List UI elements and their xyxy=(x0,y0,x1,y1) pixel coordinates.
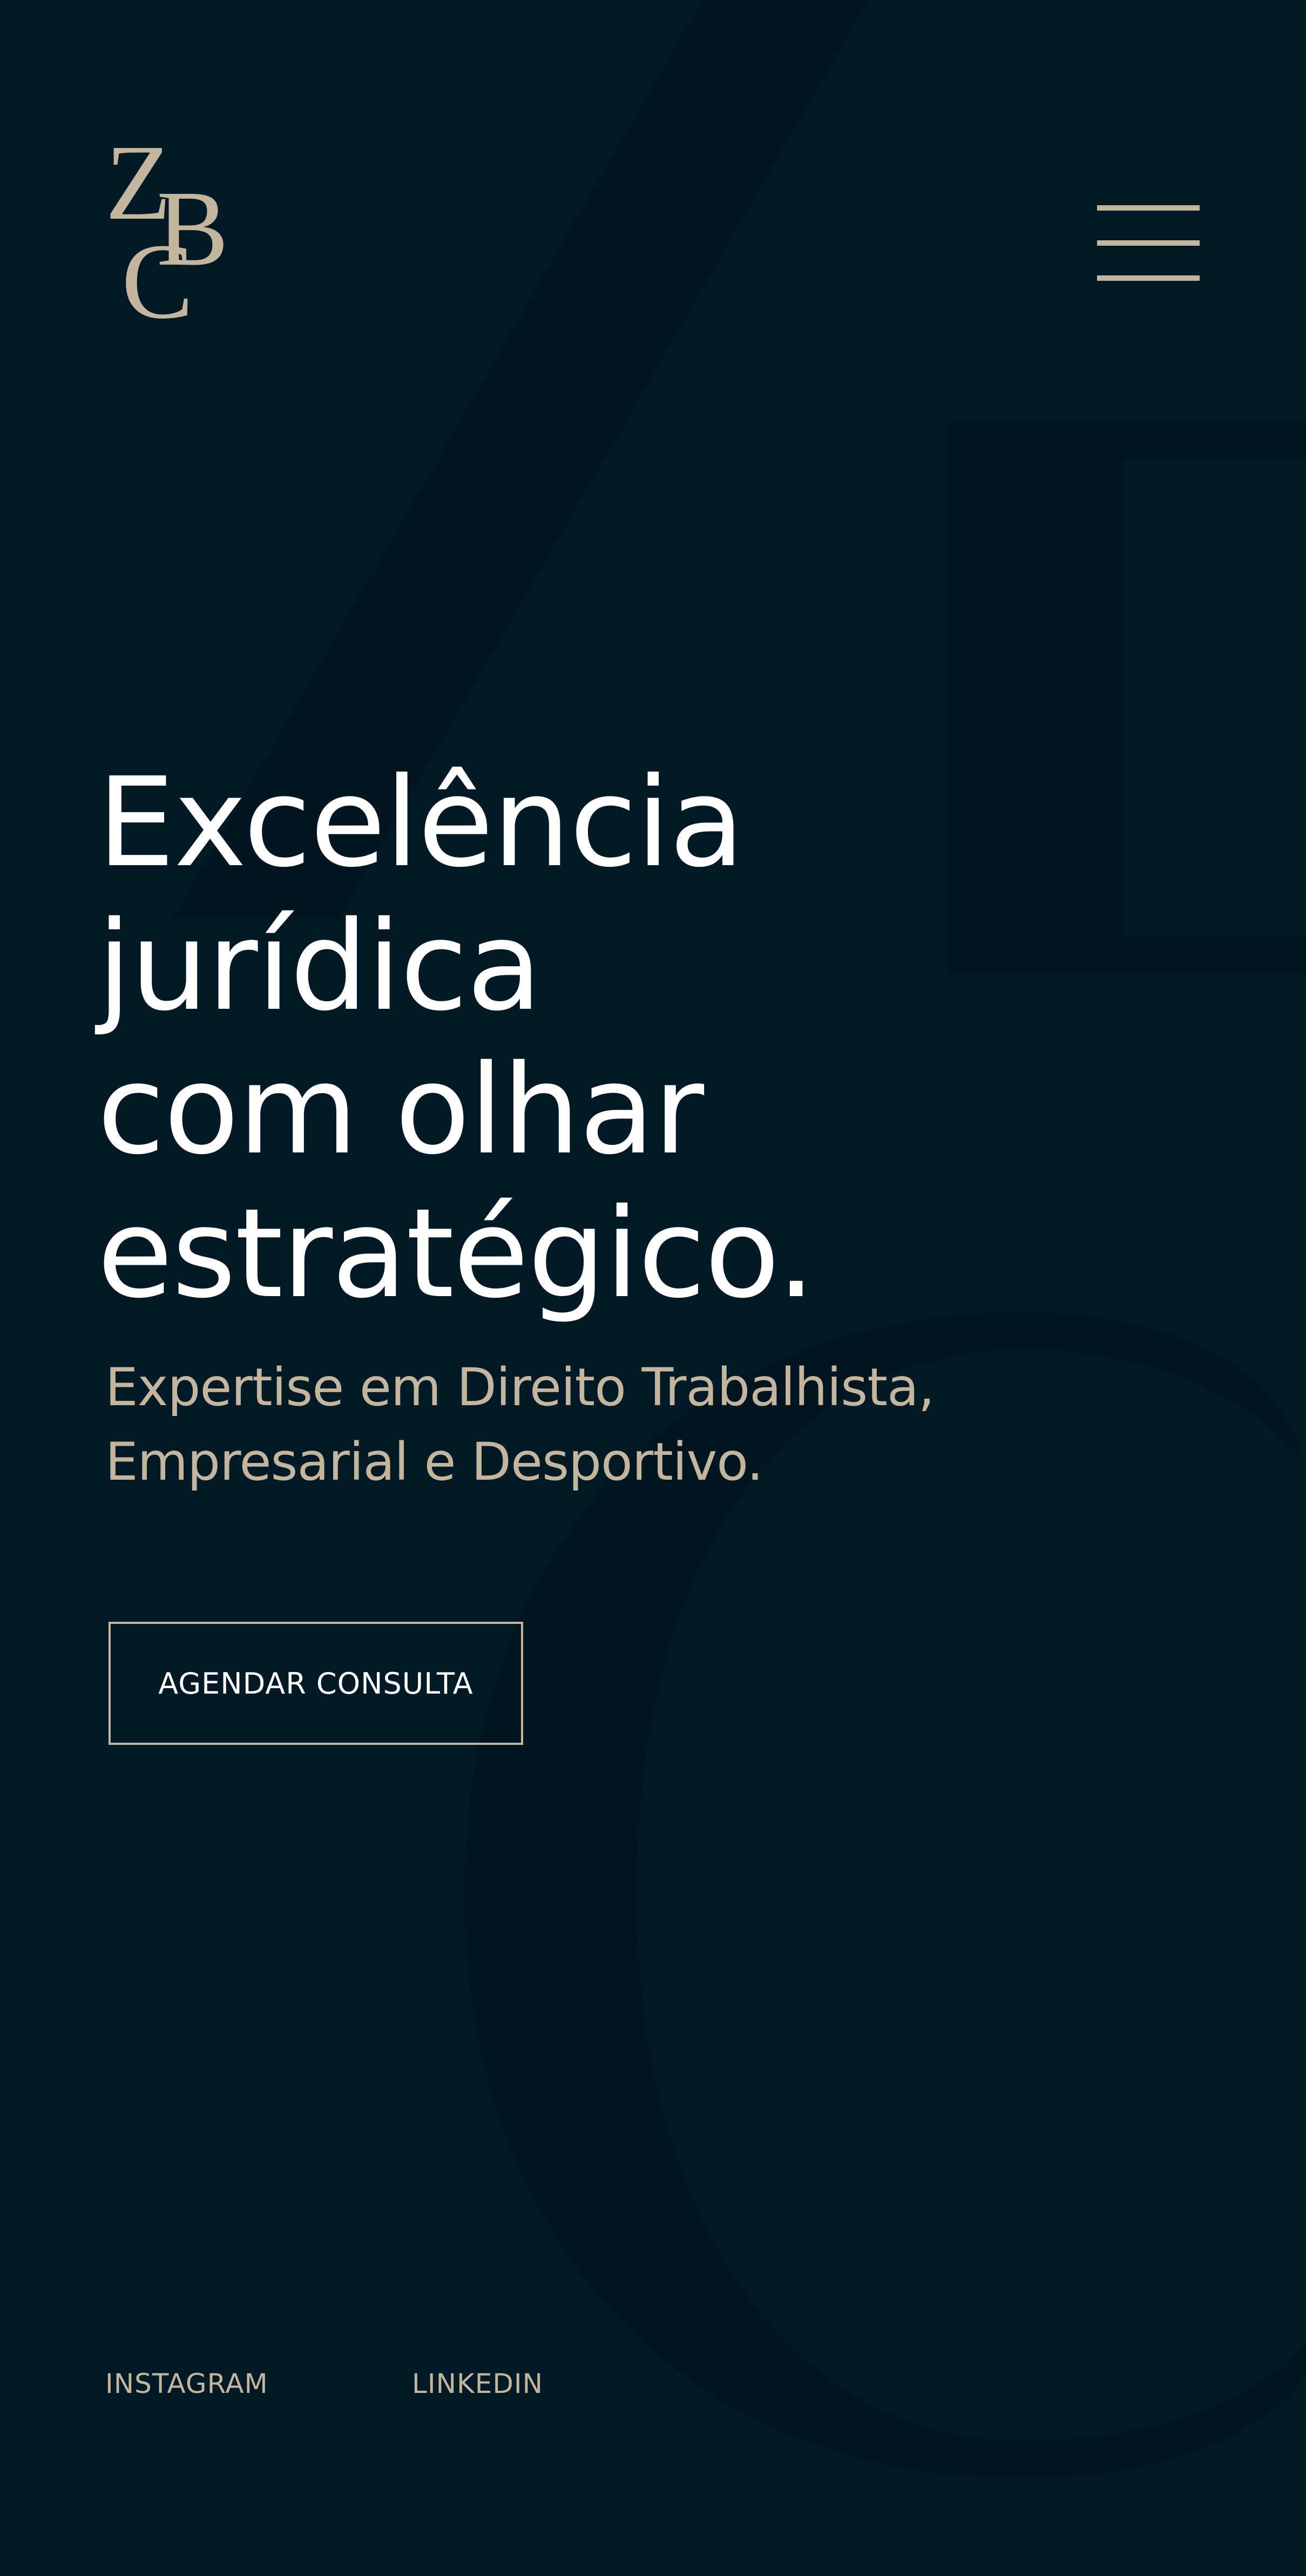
logo-letter-c: C xyxy=(121,222,193,324)
subtitle-line-2: Empresarial e Desportivo. xyxy=(105,1432,763,1492)
instagram-link[interactable]: INSTAGRAM xyxy=(105,2368,268,2399)
hero-section: Z B C Excelência jurídica com olhar estr… xyxy=(0,0,1306,2576)
menu-line-bottom xyxy=(1097,275,1200,281)
headline-line-4: estratégico. xyxy=(97,1182,816,1325)
hero-headline: Excelência jurídica com olhar estratégic… xyxy=(97,751,1123,1325)
schedule-consultation-button[interactable]: AGENDAR CONSULTA xyxy=(109,1622,523,1745)
zbc-logo[interactable]: Z B C xyxy=(105,124,235,324)
linkedin-link[interactable]: LINKEDIN xyxy=(412,2368,543,2399)
headline-line-2: jurídica xyxy=(97,894,542,1038)
subtitle-line-1: Expertise em Direito Trabalhista, xyxy=(105,1357,935,1418)
menu-line-middle xyxy=(1097,240,1200,246)
hamburger-menu-icon[interactable] xyxy=(1096,200,1201,286)
menu-line-top xyxy=(1097,205,1200,211)
hero-subtitle: Expertise em Direito Trabalhista, Empres… xyxy=(105,1350,1158,1499)
headline-line-3: com olhar xyxy=(97,1038,704,1182)
headline-line-1: Excelência xyxy=(97,751,745,894)
